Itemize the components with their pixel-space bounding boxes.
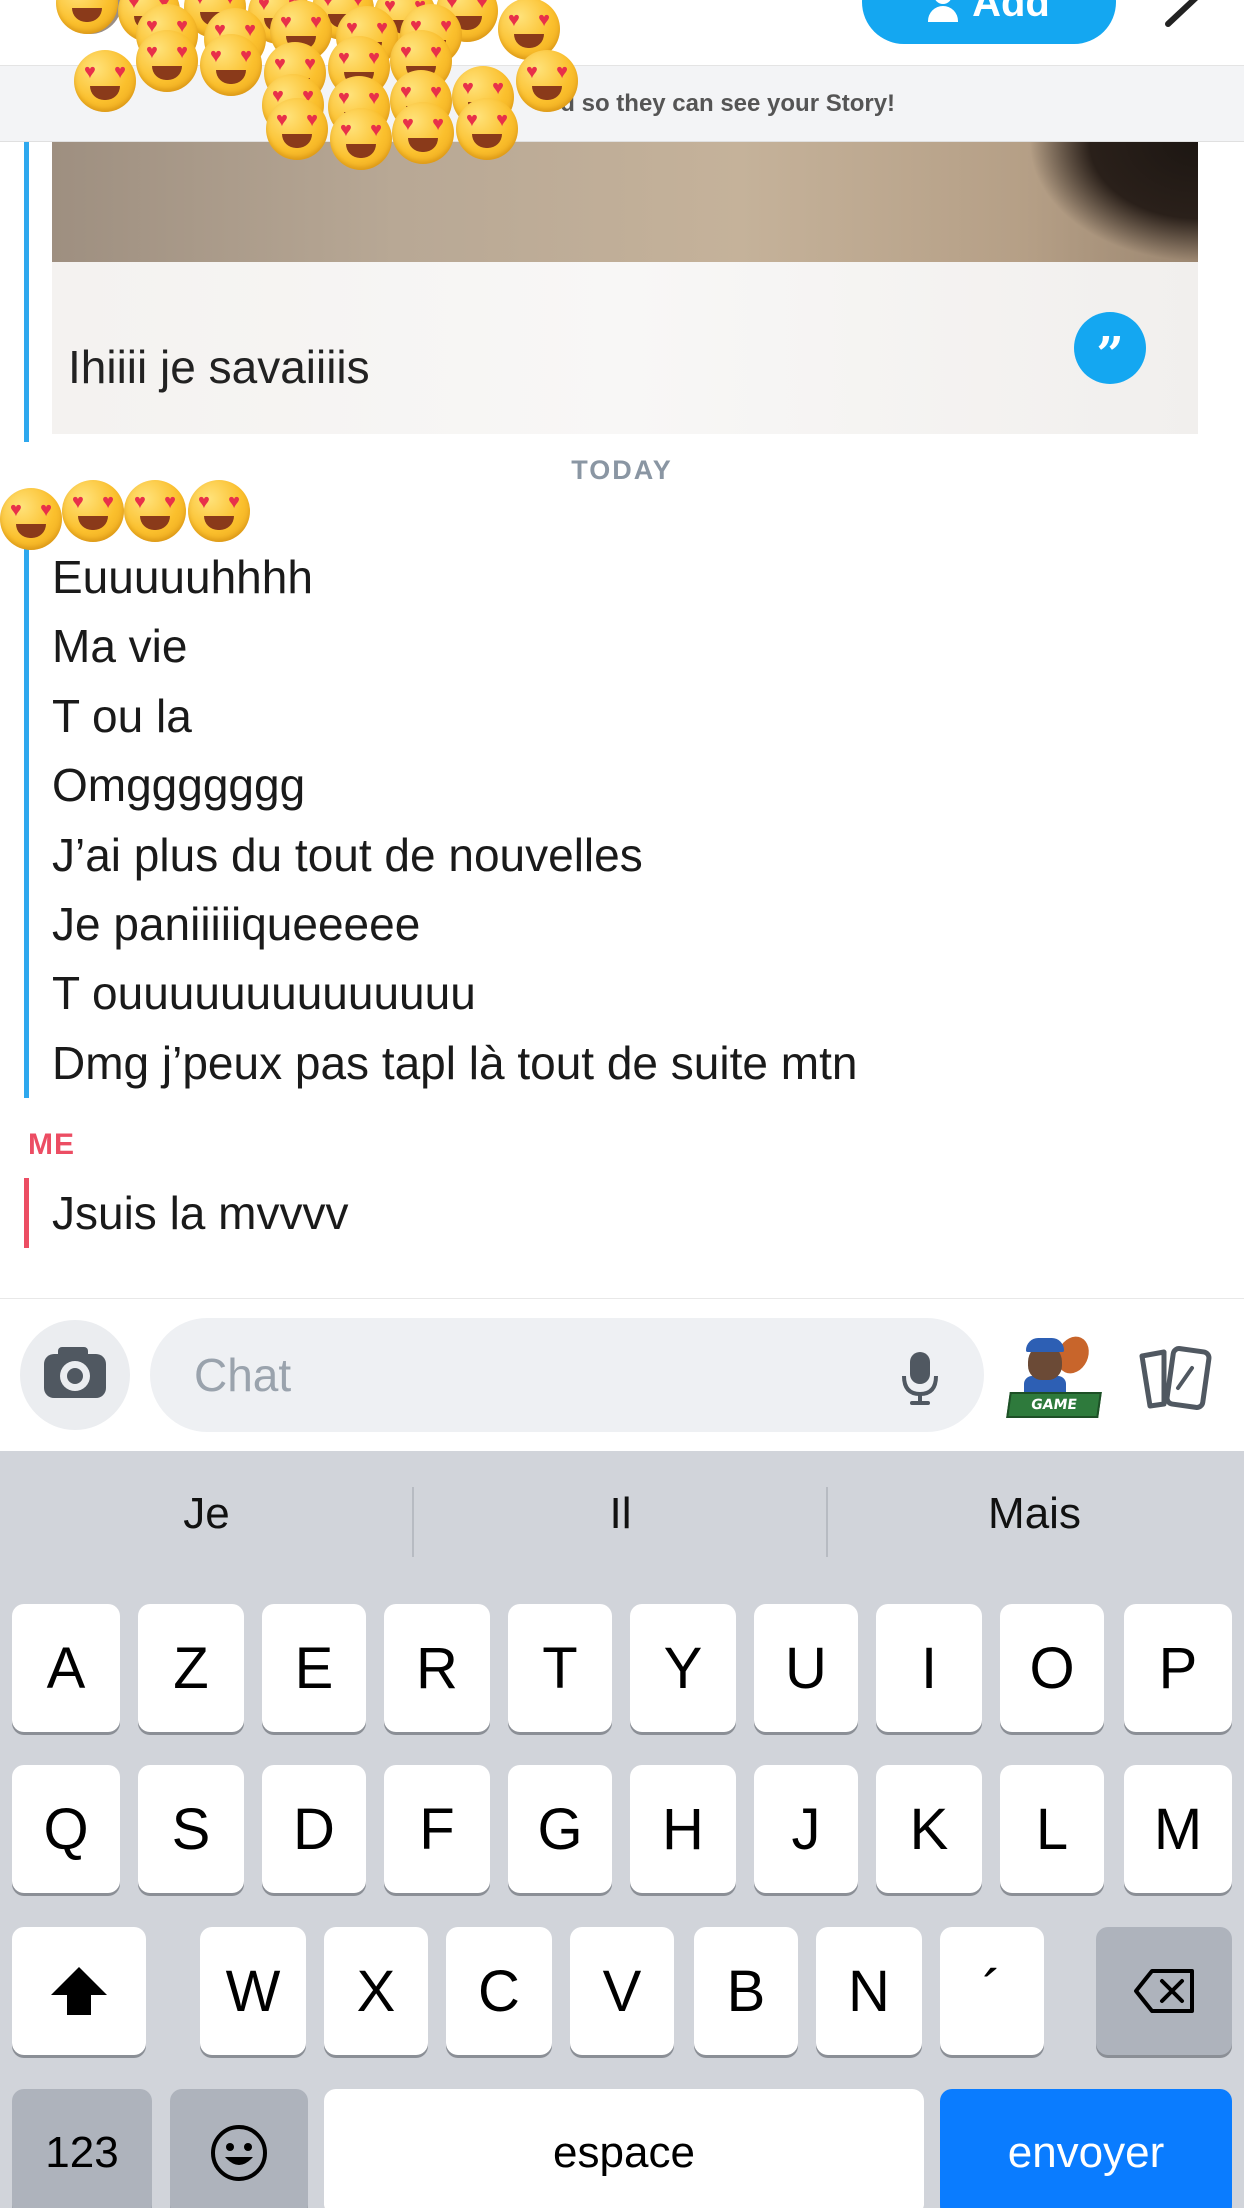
shift-arrow-icon (51, 1967, 107, 2015)
backspace-key[interactable] (1096, 1927, 1232, 2055)
key-j[interactable]: J (754, 1765, 858, 1893)
key-m[interactable]: M (1124, 1765, 1232, 1893)
key-z[interactable]: Z (138, 1604, 244, 1732)
key-k[interactable]: K (876, 1765, 982, 1893)
suggestion-1[interactable]: Je (0, 1481, 413, 1547)
key-g[interactable]: G (508, 1765, 612, 1893)
me-message-bar (24, 1178, 29, 1248)
space-key[interactable]: espace (324, 2089, 924, 2208)
key-t[interactable]: T (508, 1604, 612, 1732)
story-banner[interactable]: A d so they can see your Story! (0, 66, 1244, 142)
add-friend-label: Add (972, 0, 1050, 25)
key-y[interactable]: Y (630, 1604, 736, 1732)
smiley-icon (211, 2125, 267, 2181)
key-v[interactable]: V (570, 1927, 674, 2055)
chat-message[interactable]: T ouuuuuuuuuuuuuu (52, 962, 857, 1031)
heart-eyes-emoji-icon (62, 480, 124, 542)
key-b[interactable]: B (694, 1927, 798, 2055)
chat-message[interactable]: Ma vie (52, 615, 857, 684)
send-key[interactable]: envoyer (940, 2089, 1232, 2208)
chat-message[interactable]: Dmg j’peux pas tapl là tout de suite mtn (52, 1032, 857, 1101)
key-r[interactable]: R (384, 1604, 490, 1732)
key-u[interactable]: U (754, 1604, 858, 1732)
key-a[interactable]: A (12, 1604, 120, 1732)
chat-message[interactable]: Je paniiiiiqueeeee (52, 893, 857, 962)
heart-eyes-emoji-icon (188, 480, 250, 542)
key-x[interactable]: X (324, 1927, 428, 2055)
snap-preview[interactable]: Ihiiii je savaiiiis (52, 142, 1198, 434)
chat-message[interactable]: T ou la (52, 685, 857, 754)
me-sender-label: ME (28, 1128, 75, 1161)
key-p[interactable]: P (1124, 1604, 1232, 1732)
key-o[interactable]: O (1000, 1604, 1104, 1732)
snap-caption-text: Ihiiii je savaiiiis (68, 341, 370, 393)
heart-eyes-emoji-icon (0, 488, 62, 550)
emoji-key[interactable] (170, 2089, 308, 2208)
key-q[interactable]: Q (12, 1765, 120, 1893)
quote-icon[interactable]: ” (1074, 312, 1146, 384)
chat-input[interactable] (150, 1318, 984, 1432)
bitmoji-button[interactable]: GAME TIME! (1006, 1331, 1102, 1435)
input-divider (0, 1298, 1244, 1299)
key-accent[interactable]: ´ (940, 1927, 1044, 2055)
key-c[interactable]: C (446, 1927, 552, 2055)
suggestion-2[interactable]: Il (414, 1481, 827, 1547)
key-f[interactable]: F (384, 1765, 490, 1893)
friend-message-list: Euuuuuhhhh Ma vie T ou la Omggggggg J’ai… (52, 546, 857, 1101)
add-friend-button[interactable]: Add (862, 0, 1116, 44)
banner-text-end: d so they can see your Story! (560, 89, 896, 117)
heart-eyes-emoji-icon (124, 480, 186, 542)
key-w[interactable]: W (200, 1927, 306, 2055)
key-l[interactable]: L (1000, 1765, 1104, 1893)
date-separator: TODAY (571, 455, 673, 485)
friend-avatar[interactable] (58, 0, 122, 34)
keyboard: Je Il Mais A Z E R T Y U I O P Q S D F G… (0, 1451, 1244, 2208)
snap-quote-bar (24, 142, 29, 442)
chat-message[interactable]: Euuuuuhhhh (52, 546, 857, 615)
chat-header: Add (0, 0, 1244, 66)
key-e[interactable]: E (262, 1604, 366, 1732)
microphone-icon[interactable] (900, 1350, 940, 1406)
my-chat-message[interactable]: Jsuis la mvvvv (52, 1182, 348, 1244)
banner-text-start: A (360, 89, 379, 117)
camera-button[interactable] (20, 1320, 130, 1430)
chat-message[interactable]: J’ai plus du tout de nouvelles (52, 824, 857, 893)
stickers-cards-icon[interactable] (1136, 1346, 1212, 1410)
key-d[interactable]: D (262, 1765, 366, 1893)
suggestion-3[interactable]: Mais (828, 1481, 1241, 1547)
friend-message-bar (24, 546, 29, 1098)
chat-message[interactable]: Omggggggg (52, 754, 857, 823)
bitmoji-label: GAME TIME! (1006, 1392, 1102, 1435)
key-s[interactable]: S (138, 1765, 244, 1893)
snap-photo (52, 142, 1198, 262)
key-n[interactable]: N (816, 1927, 922, 2055)
add-person-icon (928, 0, 959, 26)
shift-key[interactable] (12, 1927, 146, 2055)
backspace-icon (1134, 1969, 1194, 2013)
key-h[interactable]: H (630, 1765, 736, 1893)
key-i[interactable]: I (876, 1604, 982, 1732)
numbers-key[interactable]: 123 (12, 2089, 152, 2208)
chevron-right-icon[interactable] (1160, 0, 1210, 28)
